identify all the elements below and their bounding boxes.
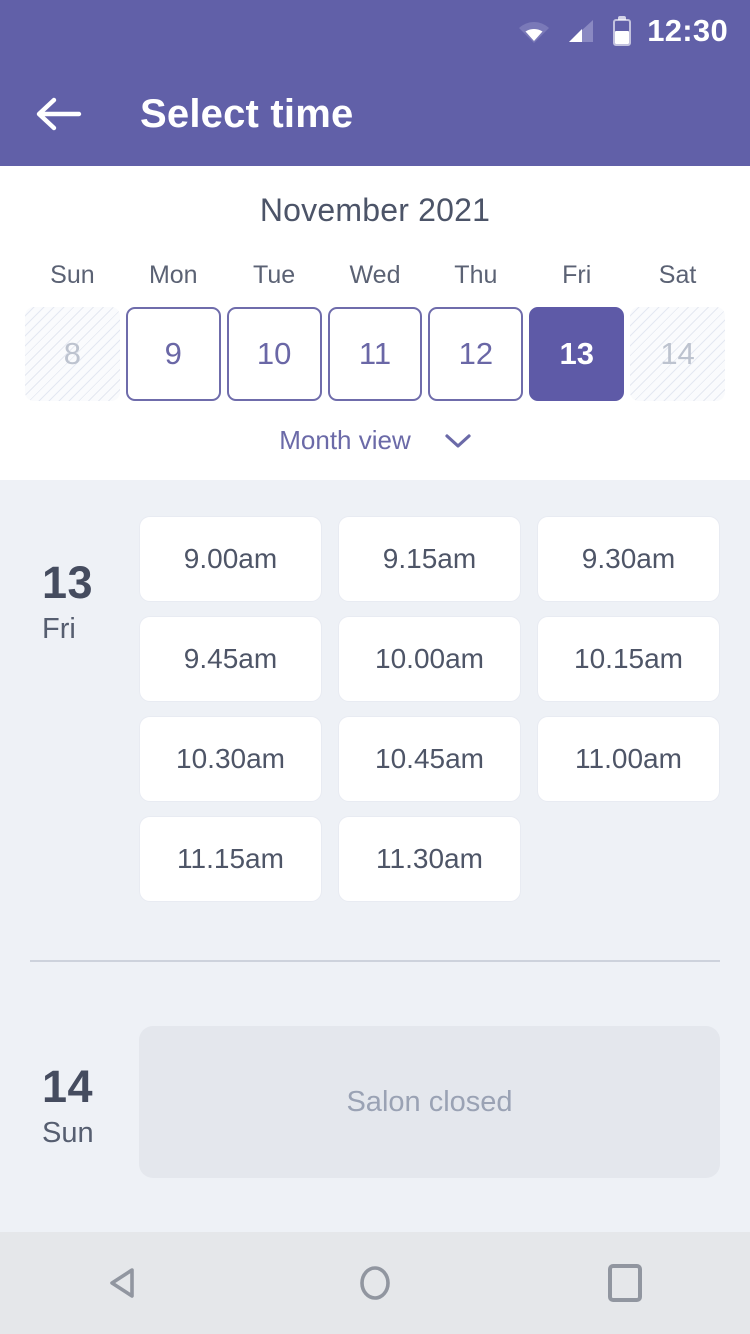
dow-header: Tue — [253, 261, 296, 289]
time-slot[interactable]: 9.00am — [139, 516, 322, 602]
status-bar: 12:30 — [0, 0, 750, 62]
android-nav-bar — [0, 1232, 750, 1334]
time-slot[interactable]: 10.45am — [338, 716, 521, 802]
wifi-icon — [517, 18, 551, 44]
schedule-day-weekday: Sun — [42, 1117, 94, 1149]
time-slot[interactable]: 10.00am — [338, 616, 521, 702]
dow-header: Thu — [454, 261, 498, 289]
home-circle-icon[interactable] — [327, 1235, 423, 1331]
schedule-day-number: 13 — [42, 557, 94, 608]
battery-icon — [613, 16, 632, 46]
time-slot[interactable]: 9.45am — [139, 616, 322, 702]
status-bar-clock: 12:30 — [647, 13, 728, 48]
dow-header: Wed — [349, 261, 401, 289]
calendar-day-cell[interactable]: 12 — [428, 307, 524, 401]
dow-header: Mon — [148, 261, 198, 289]
schedule-day-number: 14 — [42, 1061, 94, 1112]
time-slot[interactable]: 11.30am — [338, 816, 521, 902]
schedule-day-block: 13 Fri 9.00am 9.15am 9.30am 9.45am 10.00… — [0, 480, 750, 902]
time-slot[interactable]: 10.30am — [139, 716, 322, 802]
calendar-day-cell[interactable]: 9 — [125, 307, 221, 401]
calendar-week-strip: November 2021 Sun Mon Tue Wed Thu Fri Sa… — [0, 166, 750, 480]
dow-header: Sun — [50, 261, 95, 289]
time-slot[interactable]: 10.15am — [537, 616, 720, 702]
schedule-day-weekday: Fri — [42, 613, 76, 645]
calendar-day-cell: 8 — [25, 307, 120, 401]
signal-icon — [567, 18, 597, 44]
month-view-toggle[interactable]: Month view — [0, 425, 750, 456]
arrow-left-icon[interactable] — [36, 91, 82, 137]
app-bar: Select time — [0, 62, 750, 166]
time-slot-grid: 9.00am 9.15am 9.30am 9.45am 10.00am 10.1… — [135, 516, 720, 902]
calendar-day-cell: 14 — [630, 307, 725, 401]
schedule-day-label: 14 Sun — [30, 1026, 135, 1178]
time-slot[interactable]: 11.00am — [537, 716, 720, 802]
calendar-days-row: 8 9 10 11 12 13 14 — [0, 307, 750, 401]
dow-header: Fri — [562, 261, 592, 289]
month-view-label: Month view — [279, 425, 411, 455]
time-slot[interactable]: 11.15am — [139, 816, 322, 902]
back-triangle-icon[interactable] — [77, 1235, 173, 1331]
page-title: Select time — [140, 91, 354, 136]
dow-header: Sat — [658, 261, 697, 289]
calendar-month-title: November 2021 — [259, 192, 491, 228]
calendar-day-cell-selected[interactable]: 13 — [529, 307, 625, 401]
salon-closed-card: Salon closed — [139, 1026, 720, 1178]
schedule-scroll-area[interactable]: 13 Fri 9.00am 9.15am 9.30am 9.45am 10.00… — [0, 480, 750, 1232]
calendar-day-cell[interactable]: 11 — [327, 307, 423, 401]
time-slot[interactable]: 9.30am — [537, 516, 720, 602]
recents-square-icon[interactable] — [577, 1235, 673, 1331]
schedule-day-block: 14 Sun Salon closed — [0, 962, 750, 1178]
chevron-down-icon — [445, 433, 471, 449]
phone-screen: 12:30 Select time November 2021 Sun Mon … — [0, 0, 750, 1334]
calendar-day-cell[interactable]: 10 — [226, 307, 322, 401]
day-of-week-header-row: Sun Mon Tue Wed Thu Fri Sat — [0, 261, 750, 290]
time-slot[interactable]: 9.15am — [338, 516, 521, 602]
schedule-day-label: 13 Fri — [30, 516, 135, 902]
